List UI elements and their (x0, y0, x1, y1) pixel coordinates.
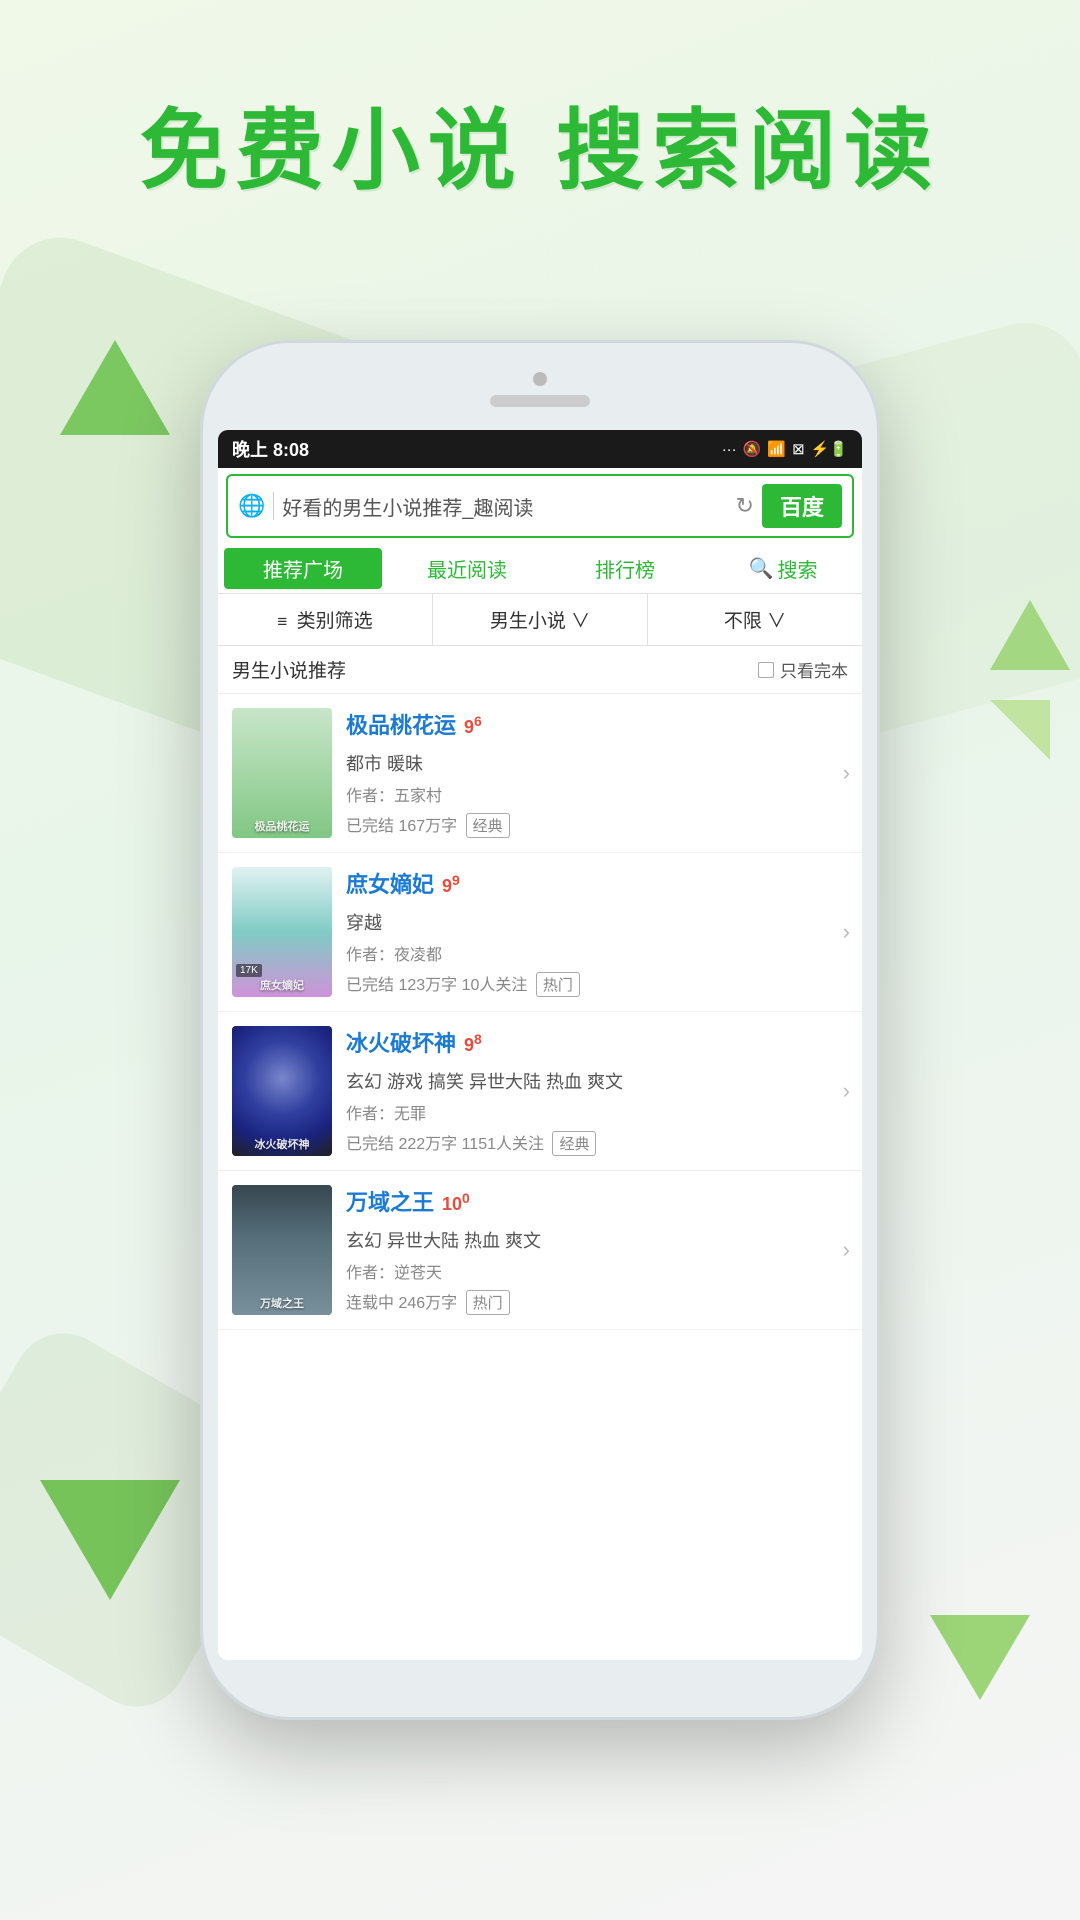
phone-screen: 晚上 8:08 ··· 🔕 📶 ⊠ ⚡🔋 🌐 好看的男生小说推荐_趣阅读 ↻ 百… (218, 430, 862, 1660)
book-genre-4: 玄幻 异世大陆 热血 爽文 (346, 1227, 848, 1253)
book-info-3: 冰火破坏神 98 玄幻 游戏 搞笑 异世大陆 热血 爽文 作者：无罪 已完结 2… (346, 1026, 848, 1156)
filter-bar: ≡ 类别筛选 男生小说 ∨ 不限 ∨ (218, 594, 862, 646)
tab-ranking[interactable]: 排行榜 (546, 544, 704, 593)
triangle-bottom-right (930, 1615, 1030, 1700)
search-bar[interactable]: 🌐 好看的男生小说推荐_趣阅读 ↻ 百度 (226, 474, 854, 538)
book-author-2: 作者：夜凌都 (346, 941, 848, 965)
book-genre-3: 玄幻 游戏 搞笑 异世大陆 热血 爽文 (346, 1068, 848, 1094)
filter-limit[interactable]: 不限 ∨ (648, 594, 862, 645)
cover-3-label: 冰火破坏神 (232, 1136, 332, 1152)
status-bar: 晚上 8:08 ··· 🔕 📶 ⊠ ⚡🔋 (218, 430, 862, 468)
signal-icon: ··· (722, 441, 737, 458)
chevron-down-icon-gender: ∨ (571, 611, 590, 632)
book-author-1: 作者：五家村 (346, 782, 848, 806)
book-cover-2: 17K 庶女嫡妃 (232, 867, 332, 997)
book-list: 极品桃花运 极品桃花运 96 都市 暖昧 作者：五家村 (218, 694, 862, 1660)
book-tag-2: 热门 (536, 972, 580, 997)
book-author-3: 作者：无罪 (346, 1100, 848, 1124)
wifi-icon: 📶 (767, 440, 786, 458)
search-divider (273, 492, 274, 520)
book-info-4: 万域之王 100 玄幻 异世大陆 热血 爽文 作者：逆苍天 连载中 246万字 … (346, 1185, 848, 1315)
triangle-top-right-2 (990, 700, 1050, 760)
triangle-top-left (60, 340, 170, 435)
cover-4-label: 万域之王 (232, 1295, 332, 1311)
rating-main-2: 9 (442, 876, 452, 896)
book-genre-1: 都市 暖昧 (346, 750, 848, 776)
nav-tabs: 推荐广场 最近阅读 排行榜 🔍 搜索 (218, 544, 862, 594)
phone-outer: 晚上 8:08 ··· 🔕 📶 ⊠ ⚡🔋 🌐 好看的男生小说推荐_趣阅读 ↻ 百… (200, 340, 880, 1720)
search-input-text[interactable]: 好看的男生小说推荐_趣阅读 (282, 492, 727, 521)
book-cover-4: 万域之王 (232, 1185, 332, 1315)
book-completion-3: 已完结 222万字 1151人关注 经典 (346, 1130, 848, 1156)
book-completion-4: 连载中 246万字 热门 (346, 1289, 848, 1315)
triangle-bottom-left (40, 1480, 180, 1600)
rating-decimal-2: 9 (452, 872, 460, 888)
book-title-2: 庶女嫡妃 (346, 867, 434, 899)
search-tab-icon: 🔍 (749, 556, 774, 581)
arrow-icon-2: › (843, 919, 850, 945)
globe-icon: 🌐 (238, 493, 265, 519)
status-time: 晚上 8:08 (232, 436, 309, 462)
section-title: 男生小说推荐 (232, 656, 346, 683)
rating-decimal-1: 6 (474, 713, 482, 729)
complete-checkbox[interactable] (758, 662, 774, 678)
rating-main-1: 9 (464, 717, 474, 737)
book-cover-1: 极品桃花运 (232, 708, 332, 838)
rating-main-4: 10 (442, 1194, 462, 1214)
phone-camera (533, 372, 547, 386)
chevron-down-icon-limit: ∨ (767, 611, 786, 632)
book-tag-3: 经典 (552, 1131, 596, 1156)
book-tag-1: 经典 (466, 813, 510, 838)
rating-decimal-3: 8 (474, 1031, 482, 1047)
tab-recommend[interactable]: 推荐广场 (224, 548, 382, 589)
triangle-top-right (990, 600, 1070, 670)
filter-gender[interactable]: 男生小说 ∨ (433, 594, 648, 645)
baidu-button[interactable]: 百度 (762, 484, 842, 528)
book-title-1: 极品桃花运 (346, 708, 456, 740)
rating-main-3: 9 (464, 1035, 474, 1055)
battery-icon: ⚡🔋 (811, 440, 848, 458)
complete-filter[interactable]: 只看完本 (758, 657, 848, 682)
book-item-4[interactable]: 万域之王 万域之王 100 玄幻 异世大陆 热血 爽文 作者：逆苍天 (218, 1171, 862, 1330)
phone-speaker (490, 395, 590, 407)
book-completion-2: 已完结 123万字 10人关注 热门 (346, 971, 848, 997)
book-item-1[interactable]: 极品桃花运 极品桃花运 96 都市 暖昧 作者：五家村 (218, 694, 862, 853)
phone-mockup: 晚上 8:08 ··· 🔕 📶 ⊠ ⚡🔋 🌐 好看的男生小说推荐_趣阅读 ↻ 百… (200, 340, 880, 1720)
book-author-4: 作者：逆苍天 (346, 1259, 848, 1283)
book-title-4: 万域之王 (346, 1185, 434, 1217)
refresh-icon[interactable]: ↻ (736, 493, 754, 519)
book-info-1: 极品桃花运 96 都市 暖昧 作者：五家村 已完结 167万字 经典 (346, 708, 848, 838)
filter-category[interactable]: ≡ 类别筛选 (218, 594, 433, 645)
arrow-icon-4: › (843, 1237, 850, 1263)
book-tag-4: 热门 (466, 1290, 510, 1315)
book-cover-3: 冰火破坏神 (232, 1026, 332, 1156)
tab-recent[interactable]: 最近阅读 (388, 544, 546, 593)
tab-search[interactable]: 🔍 搜索 (704, 544, 862, 593)
status-icons: ··· 🔕 📶 ⊠ ⚡🔋 (722, 440, 848, 458)
book-completion-1: 已完结 167万字 经典 (346, 812, 848, 838)
cover-2-label: 庶女嫡妃 (232, 977, 332, 993)
app-header-title: 免费小说 搜索阅读 (0, 80, 1080, 207)
mute-icon: 🔕 (743, 440, 762, 458)
cover-2-badge: 17K (236, 964, 262, 977)
book-item-3[interactable]: 冰火破坏神 冰火破坏神 98 玄幻 游戏 搞笑 异世大陆 热血 爽文 作者：无罪 (218, 1012, 862, 1171)
cover-1-label: 极品桃花运 (232, 818, 332, 834)
rating-decimal-4: 0 (462, 1190, 470, 1206)
filter-icon: ≡ (277, 612, 287, 631)
section-header: 男生小说推荐 只看完本 (218, 646, 862, 694)
book-title-3: 冰火破坏神 (346, 1026, 456, 1058)
arrow-icon-1: › (843, 760, 850, 786)
book-genre-2: 穿越 (346, 909, 848, 935)
arrow-icon-3: › (843, 1078, 850, 1104)
sim-icon: ⊠ (792, 440, 805, 458)
book-info-2: 庶女嫡妃 99 穿越 作者：夜凌都 已完结 123万字 10人关注 热门 (346, 867, 848, 997)
book-item-2[interactable]: 17K 庶女嫡妃 庶女嫡妃 99 穿越 作者：夜凌都 (218, 853, 862, 1012)
